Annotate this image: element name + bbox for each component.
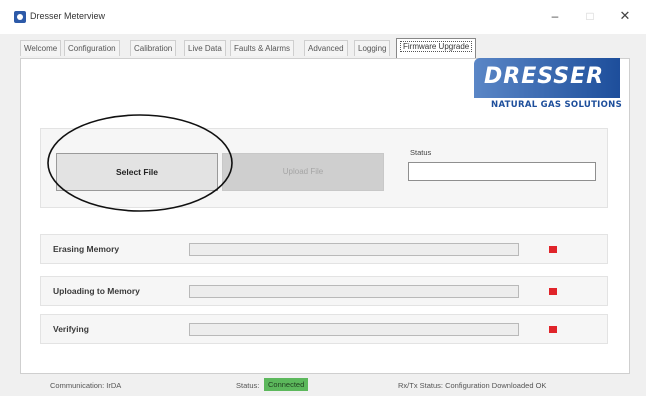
maximize-button[interactable]: □ <box>575 6 605 26</box>
upload-file-button[interactable]: Upload File <box>222 153 384 191</box>
erasing-memory-indicator <box>549 246 557 253</box>
close-button[interactable]: ✕ <box>610 6 640 26</box>
status-bar: Communication: IrDA Status: Connected Rx… <box>0 374 646 396</box>
erasing-memory-row: Erasing Memory <box>40 234 608 264</box>
dresser-logo: DRESSER NATURAL GAS SOLUTIONS <box>462 58 622 116</box>
uploading-memory-label: Uploading to Memory <box>53 286 140 296</box>
rxtx-status: Rx/Tx Status: Configuration Downloaded O… <box>398 381 547 390</box>
verifying-row: Verifying <box>40 314 608 344</box>
select-file-button[interactable]: Select File <box>56 153 218 191</box>
uploading-memory-indicator <box>549 288 557 295</box>
erasing-memory-label: Erasing Memory <box>53 244 120 254</box>
tab-strip: Welcome Configuration Calibration Live D… <box>20 38 630 58</box>
tab-advanced[interactable]: Advanced <box>304 40 348 56</box>
title-bar: Dresser Meterview – □ ✕ <box>0 0 646 34</box>
tab-logging[interactable]: Logging <box>354 40 391 56</box>
logo-subtitle: NATURAL GAS SOLUTIONS <box>491 100 622 110</box>
verifying-label: Verifying <box>53 324 89 334</box>
tab-calibration[interactable]: Calibration <box>130 40 177 56</box>
window-title: Dresser Meterview <box>30 11 106 21</box>
minimize-button[interactable]: – <box>540 6 570 26</box>
verifying-indicator <box>549 326 557 333</box>
erasing-memory-progress <box>189 243 519 256</box>
logo-wordmark: DRESSER <box>484 64 605 89</box>
connection-status-label: Status: <box>236 381 260 390</box>
app-icon <box>14 11 26 23</box>
uploading-memory-row: Uploading to Memory <box>40 276 608 306</box>
verifying-progress <box>189 323 519 336</box>
tab-configuration[interactable]: Configuration <box>64 40 120 56</box>
status-label: Status <box>410 148 432 157</box>
tab-live-data[interactable]: Live Data <box>184 40 226 56</box>
app-window: Dresser Meterview – □ ✕ Welcome Configur… <box>0 0 646 396</box>
uploading-memory-progress <box>189 285 519 298</box>
tab-faults-alarms[interactable]: Faults & Alarms <box>230 40 295 56</box>
tab-welcome[interactable]: Welcome <box>20 40 62 56</box>
status-field <box>408 162 596 181</box>
connection-status-badge: Connected <box>264 378 309 391</box>
tab-firmware-upgrade[interactable]: Firmware Upgrade <box>396 38 477 58</box>
communication-status: Communication: IrDA <box>50 381 122 390</box>
